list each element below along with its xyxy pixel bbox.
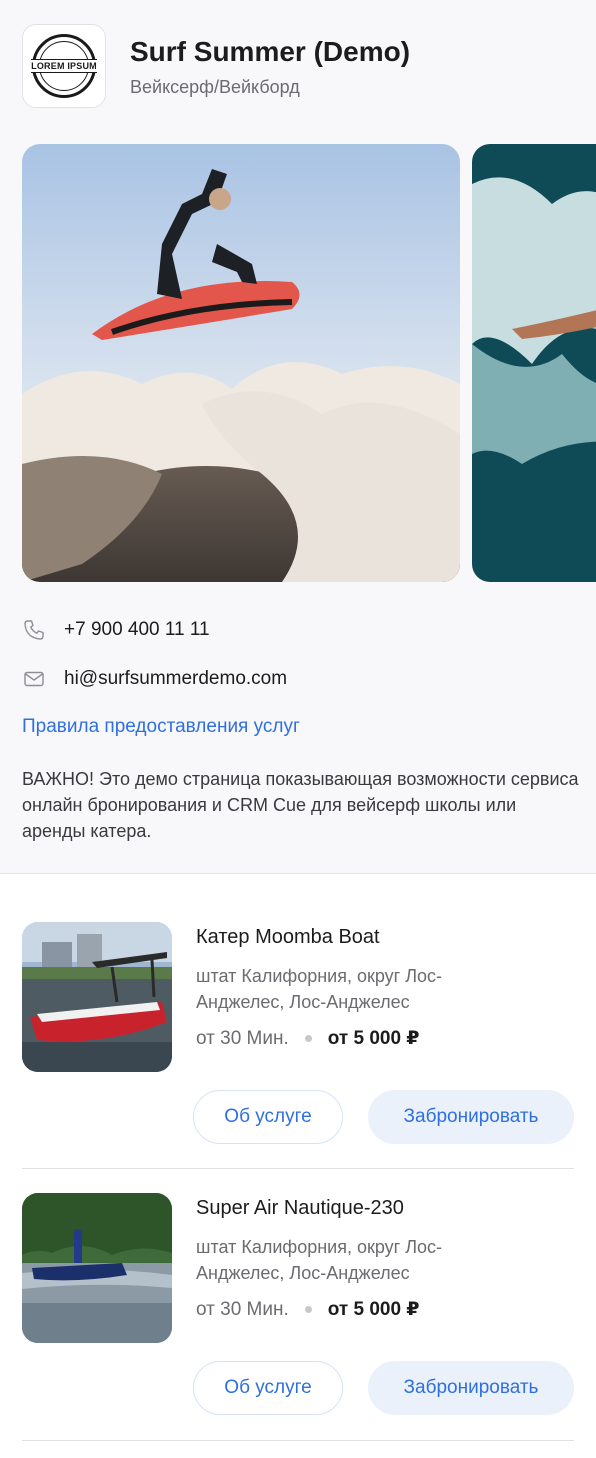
divider: [22, 1440, 574, 1441]
separator-dot: [304, 1035, 312, 1042]
gallery-photo-surfer[interactable]: [22, 144, 460, 582]
photo-gallery[interactable]: [22, 144, 596, 582]
brand-logo: LOREM IPSUM: [22, 24, 106, 108]
phone-row[interactable]: +7 900 400 11 11: [22, 618, 210, 642]
surfer-photo-image: [22, 144, 460, 582]
brand-title: Surf Summer (Demo): [130, 36, 411, 67]
service-price: от 5 000 ₽: [327, 1299, 420, 1320]
phone-number[interactable]: +7 900 400 11 11: [64, 619, 210, 641]
service-title[interactable]: Super Air Nautique-230: [196, 1197, 404, 1220]
service-thumbnail-moomba[interactable]: [22, 922, 172, 1072]
service-meta: от 30 Мин. от 5 000 ₽: [196, 1298, 420, 1321]
about-service-button[interactable]: Об услуге: [193, 1090, 343, 1144]
service-thumbnail-nautique[interactable]: [22, 1193, 172, 1343]
service-duration: от 30 Мин.: [196, 1298, 289, 1320]
service-title[interactable]: Катер Moomba Boat: [196, 926, 380, 949]
mail-icon: [24, 671, 44, 687]
service-location: штат Калифорния, округ Лос-Анджелес, Лос…: [196, 966, 443, 1012]
about-service-button[interactable]: Об услуге: [193, 1361, 343, 1415]
book-button[interactable]: Забронировать: [368, 1361, 574, 1415]
profile-header-section: LOREM IPSUM Surf Summer (Demo) Вейксерф/…: [0, 0, 596, 874]
boat-photo-image: [22, 922, 172, 1072]
service-card[interactable]: Super Air Nautique-230 штат Калифорния, …: [22, 1193, 574, 1415]
service-duration: от 30 Мин.: [196, 1027, 289, 1049]
brand-category: Вейксерф/Вейкборд: [130, 77, 300, 97]
gallery-photo-wave[interactable]: [472, 144, 596, 582]
email-row[interactable]: hi@surfsummerdemo.com: [22, 667, 287, 691]
service-price: от 5 000 ₽: [327, 1028, 420, 1049]
service-location: штат Калифорния, округ Лос-Анджелес, Лос…: [196, 1237, 443, 1283]
wave-photo-image: [472, 144, 596, 582]
logo-text: LOREM IPSUM: [31, 59, 97, 73]
email-address[interactable]: hi@surfsummerdemo.com: [64, 668, 287, 690]
service-card[interactable]: Катер Moomba Boat штат Калифорния, округ…: [22, 922, 574, 1144]
phone-icon: [24, 620, 44, 640]
demo-notice: ВАЖНО! Это демо страница показывающая во…: [22, 769, 579, 841]
service-meta: от 30 Мин. от 5 000 ₽: [196, 1027, 420, 1050]
book-button[interactable]: Забронировать: [368, 1090, 574, 1144]
boat-photo-image: [22, 1193, 172, 1343]
logo-emblem: LOREM IPSUM: [31, 34, 97, 98]
separator-dot: [304, 1306, 312, 1313]
divider: [22, 1168, 574, 1169]
service-rules-link[interactable]: Правила предоставления услуг: [22, 716, 300, 738]
